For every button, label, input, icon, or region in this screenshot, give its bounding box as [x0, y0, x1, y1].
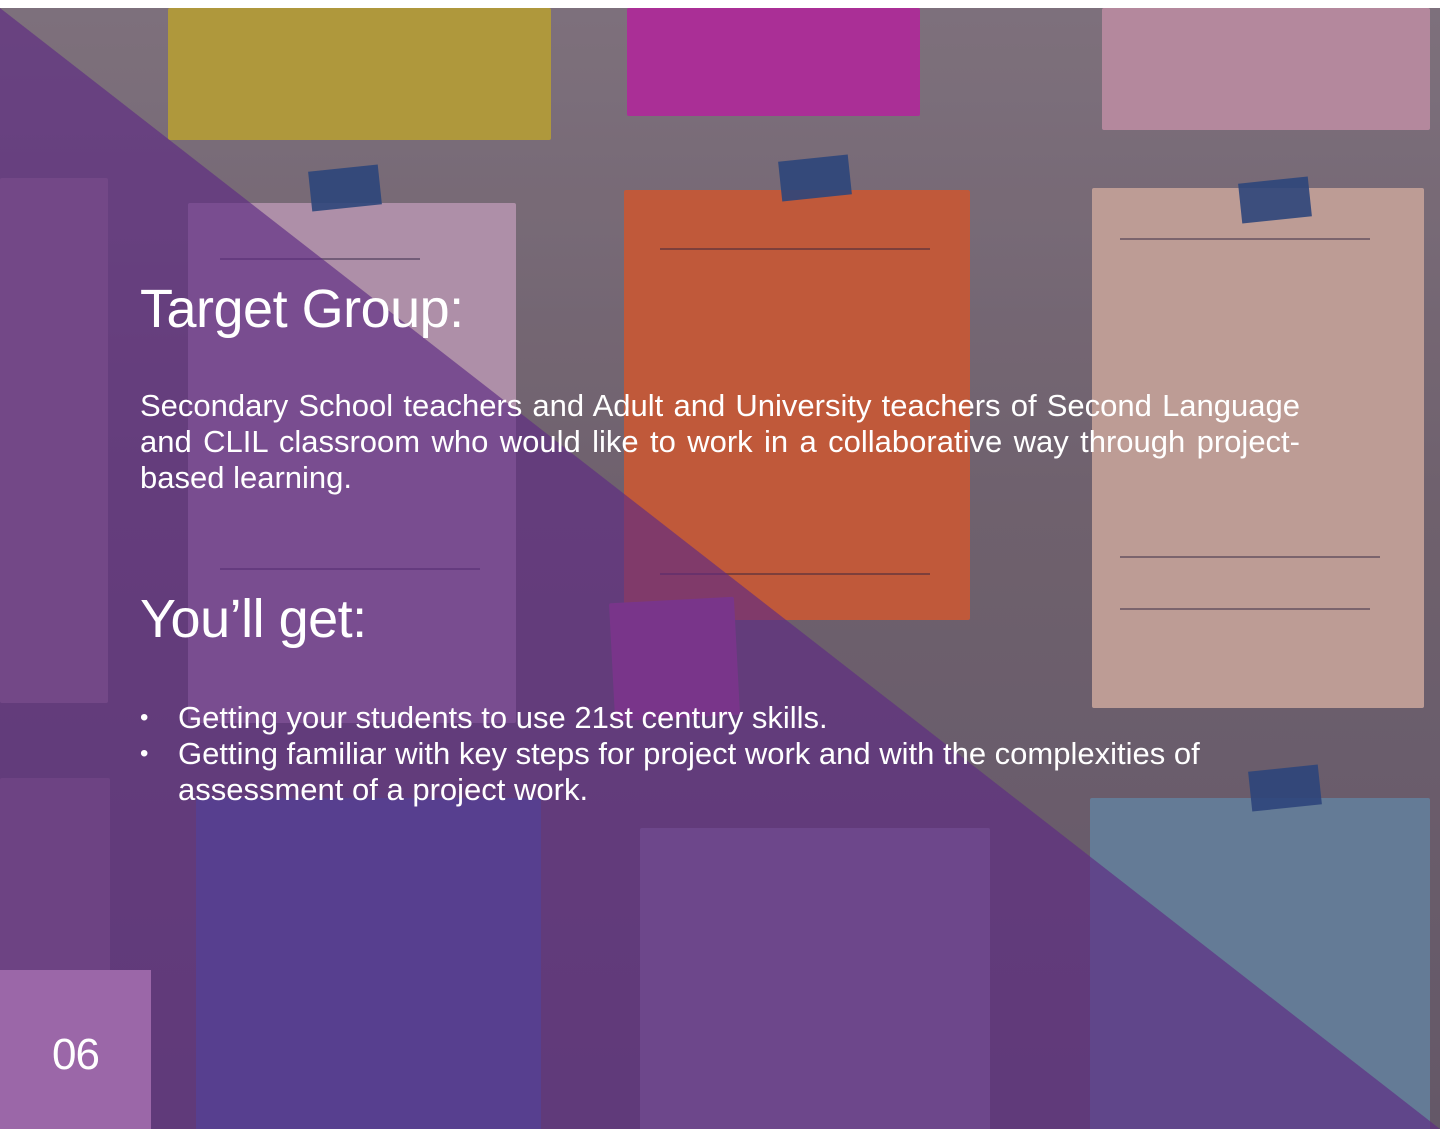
page-number: 06	[52, 1030, 100, 1079]
slide: Target Group: Secondary School teachers …	[0, 0, 1440, 1129]
purple-diagonal-overlay	[0, 8, 1440, 1129]
list-item: Getting your students to use 21st centur…	[140, 700, 1310, 736]
you-will-get-title: You’ll get:	[140, 589, 367, 649]
target-group-description: Secondary School teachers and Adult and …	[140, 388, 1300, 495]
benefits-list: Getting your students to use 21st centur…	[140, 700, 1310, 808]
target-group-title: Target Group:	[140, 279, 464, 339]
list-item: Getting familiar with key steps for proj…	[140, 736, 1310, 808]
top-band	[0, 0, 1440, 8]
